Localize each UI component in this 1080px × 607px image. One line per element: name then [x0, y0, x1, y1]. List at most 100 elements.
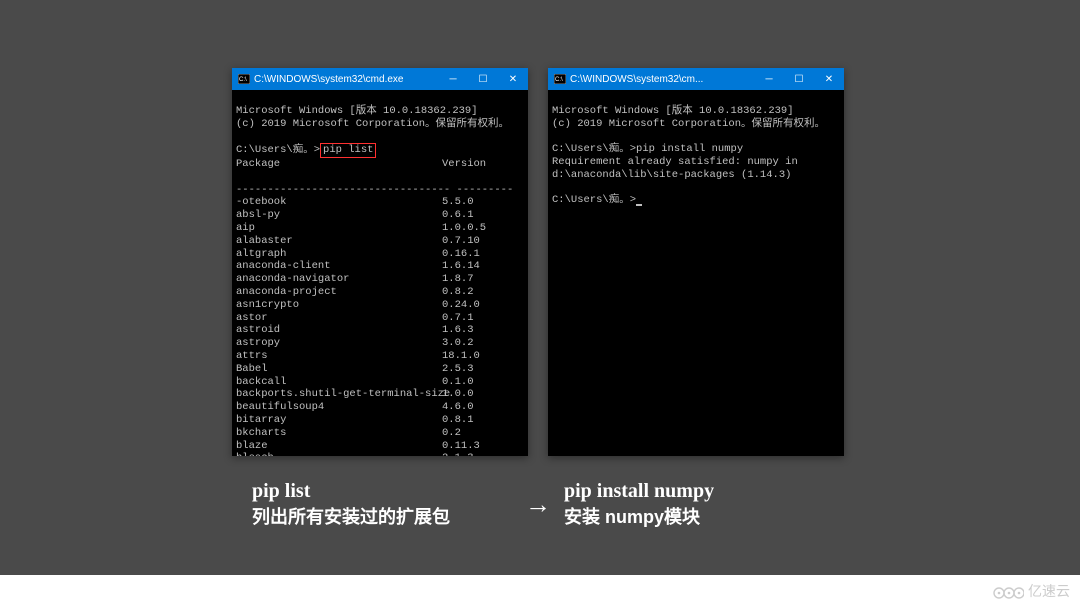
arrow-icon: → — [516, 489, 560, 520]
package-name: asn1crypto — [236, 299, 442, 312]
table-row: Babel2.5.3 — [236, 363, 524, 376]
copyright-line: (c) 2019 Microsoft Corporation。保留所有权利。 — [236, 118, 509, 130]
package-name: bkcharts — [236, 427, 442, 440]
package-name: aip — [236, 222, 442, 235]
command-text: pip install numpy — [636, 143, 743, 155]
prompt-prefix: C:\Users\痴。> — [552, 194, 636, 206]
col-header-version: Version — [442, 158, 486, 171]
package-name: anaconda-project — [236, 286, 442, 299]
package-version: 1.6.14 — [442, 260, 480, 273]
package-name: astroid — [236, 324, 442, 337]
package-name: anaconda-client — [236, 260, 442, 273]
cursor — [636, 204, 642, 206]
table-row: astroid1.6.3 — [236, 324, 524, 337]
cmd-output-left[interactable]: Microsoft Windows [版本 10.0.18362.239] (c… — [232, 90, 528, 456]
svg-text:C:\: C:\ — [555, 77, 563, 83]
table-row: anaconda-client1.6.14 — [236, 260, 524, 273]
package-name: attrs — [236, 350, 442, 363]
version-line: Microsoft Windows [版本 10.0.18362.239] — [236, 105, 478, 117]
cmd-icon: C:\ — [554, 73, 566, 85]
watermark-text: 亿速云 — [1028, 581, 1070, 601]
titlebar-left[interactable]: C:\ C:\WINDOWS\system32\cmd.exe — [232, 68, 528, 90]
table-row: anaconda-project0.8.2 — [236, 286, 524, 299]
table-row: aip1.0.0.5 — [236, 222, 524, 235]
package-version: 0.2 — [442, 427, 461, 440]
table-row: backports.shutil-get-terminal-size1.0.0 — [236, 388, 524, 401]
package-version: 0.1.0 — [442, 376, 474, 389]
caption-desc-right: 安装 numpy模块 — [564, 503, 820, 529]
package-version: 0.6.1 — [442, 209, 474, 222]
window-controls — [754, 68, 844, 90]
table-row: attrs18.1.0 — [236, 350, 524, 363]
package-name: bitarray — [236, 414, 442, 427]
package-name: Babel — [236, 363, 442, 376]
package-version: 0.7.1 — [442, 312, 474, 325]
cmd-window-right: C:\ C:\WINDOWS\system32\cm... Microsoft … — [548, 68, 844, 456]
titlebar-title-left: C:\WINDOWS\system32\cmd.exe — [254, 74, 438, 85]
package-version: 0.8.2 — [442, 286, 474, 299]
package-version: 0.16.1 — [442, 248, 480, 261]
package-name: absl-py — [236, 209, 442, 222]
maximize-button[interactable] — [468, 68, 498, 90]
table-row: anaconda-navigator1.8.7 — [236, 273, 524, 286]
caption-command-right: pip install numpy — [564, 480, 820, 503]
col-header-package: Package — [236, 158, 442, 171]
package-version: 18.1.0 — [442, 350, 480, 363]
package-name: beautifulsoup4 — [236, 401, 442, 414]
output-line: d:\anaconda\lib\site-packages (1.14.3) — [552, 169, 791, 181]
table-row: backcall0.1.0 — [236, 376, 524, 389]
table-row: beautifulsoup44.6.0 — [236, 401, 524, 414]
package-version: 2.1.3 — [442, 452, 474, 456]
table-row: astor0.7.1 — [236, 312, 524, 325]
cmd-icon: C:\ — [238, 73, 250, 85]
minimize-button[interactable] — [754, 68, 784, 90]
minimize-button[interactable] — [438, 68, 468, 90]
highlighted-command: pip list — [320, 143, 376, 158]
package-version: 2.5.3 — [442, 363, 474, 376]
table-row: altgraph0.16.1 — [236, 248, 524, 261]
table-header: PackageVersion — [236, 158, 524, 171]
table-row: absl-py0.6.1 — [236, 209, 524, 222]
package-name: backcall — [236, 376, 442, 389]
cmd-output-right[interactable]: Microsoft Windows [版本 10.0.18362.239] (c… — [548, 90, 844, 456]
prompt-prefix: C:\Users\痴。> — [236, 144, 320, 156]
table-row: bkcharts0.2 — [236, 427, 524, 440]
package-version: 0.8.1 — [442, 414, 474, 427]
package-version: 1.0.0.5 — [442, 222, 486, 235]
titlebar-title-right: C:\WINDOWS\system32\cm... — [570, 74, 754, 85]
package-name: astropy — [236, 337, 442, 350]
package-name: astor — [236, 312, 442, 325]
caption-desc-left: 列出所有安装过的扩展包 — [252, 503, 516, 529]
package-version: 4.6.0 — [442, 401, 474, 414]
package-name: backports.shutil-get-terminal-size — [236, 388, 442, 401]
package-version: 1.8.7 — [442, 273, 474, 286]
table-row: -otebook5.5.0 — [236, 196, 524, 209]
prompt-prefix: C:\Users\痴。> — [552, 143, 636, 155]
table-row: astropy3.0.2 — [236, 337, 524, 350]
close-button[interactable] — [814, 68, 844, 90]
package-name: blaze — [236, 440, 442, 453]
cmd-window-left: C:\ C:\WINDOWS\system32\cmd.exe Microsof… — [232, 68, 528, 456]
package-version: 1.6.3 — [442, 324, 474, 337]
table-row: bleach2.1.3 — [236, 452, 524, 456]
package-version: 3.0.2 — [442, 337, 474, 350]
table-row: asn1crypto0.24.0 — [236, 299, 524, 312]
windows-row: C:\ C:\WINDOWS\system32\cmd.exe Microsof… — [232, 68, 844, 456]
titlebar-right[interactable]: C:\ C:\WINDOWS\system32\cm... — [548, 68, 844, 90]
maximize-button[interactable] — [784, 68, 814, 90]
window-controls — [438, 68, 528, 90]
table-row: blaze0.11.3 — [236, 440, 524, 453]
package-version: 0.24.0 — [442, 299, 480, 312]
version-line: Microsoft Windows [版本 10.0.18362.239] — [552, 105, 794, 117]
package-table: -otebook5.5.0absl-py0.6.1aip1.0.0.5alaba… — [236, 196, 524, 456]
package-version: 1.0.0 — [442, 388, 474, 401]
output-line: Requirement already satisfied: numpy in — [552, 156, 798, 168]
copyright-line: (c) 2019 Microsoft Corporation。保留所有权利。 — [552, 118, 825, 130]
package-name: bleach — [236, 452, 442, 456]
svg-text:C:\: C:\ — [239, 77, 247, 83]
package-name: -otebook — [236, 196, 442, 209]
package-version: 0.7.10 — [442, 235, 480, 248]
close-button[interactable] — [498, 68, 528, 90]
cloud-logo-icon — [992, 582, 1024, 600]
watermark: 亿速云 — [992, 581, 1070, 601]
